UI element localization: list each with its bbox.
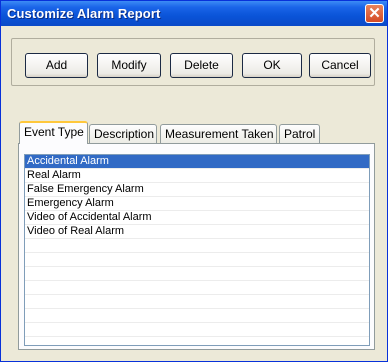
close-button[interactable]: ✕ xyxy=(365,4,384,23)
list-item[interactable]: Video of Accidental Alarm xyxy=(25,211,369,225)
modify-button[interactable]: Modify xyxy=(97,53,161,78)
event-type-list[interactable]: Accidental Alarm Real Alarm False Emerge… xyxy=(24,154,370,346)
list-row-empty[interactable] xyxy=(25,253,369,267)
tab-description[interactable]: Description xyxy=(89,124,157,143)
close-icon: ✕ xyxy=(368,5,381,22)
add-button[interactable]: Add xyxy=(25,53,88,78)
list-item[interactable]: Accidental Alarm xyxy=(25,155,369,169)
tab-panel-event-type: Accidental Alarm Real Alarm False Emerge… xyxy=(18,143,375,350)
list-row-empty[interactable] xyxy=(25,337,369,345)
list-row-empty[interactable] xyxy=(25,239,369,253)
list-row-empty[interactable] xyxy=(25,295,369,309)
list-row-empty[interactable] xyxy=(25,281,369,295)
delete-button[interactable]: Delete xyxy=(170,53,233,78)
tab-patrol[interactable]: Patrol xyxy=(279,124,320,143)
window-title: Customize Alarm Report xyxy=(7,6,161,21)
list-item[interactable]: Emergency Alarm xyxy=(25,197,369,211)
tab-measurement-taken[interactable]: Measurement Taken xyxy=(160,124,277,143)
button-group: Add Modify Delete OK Cancel xyxy=(11,38,375,86)
ok-button[interactable]: OK xyxy=(242,53,302,78)
list-row-empty[interactable] xyxy=(25,267,369,281)
list-row-empty[interactable] xyxy=(25,323,369,337)
dialog-content: Add Modify Delete OK Cancel Event Type D… xyxy=(4,27,384,358)
cancel-button[interactable]: Cancel xyxy=(309,53,371,78)
customize-alarm-report-dialog: Customize Alarm Report ✕ Add Modify Dele… xyxy=(0,0,388,362)
list-item[interactable]: False Emergency Alarm xyxy=(25,183,369,197)
list-item[interactable]: Video of Real Alarm xyxy=(25,225,369,239)
list-row-empty[interactable] xyxy=(25,309,369,323)
title-bar[interactable]: Customize Alarm Report ✕ xyxy=(1,1,387,26)
tab-event-type[interactable]: Event Type xyxy=(19,121,88,144)
list-item[interactable]: Real Alarm xyxy=(25,169,369,183)
